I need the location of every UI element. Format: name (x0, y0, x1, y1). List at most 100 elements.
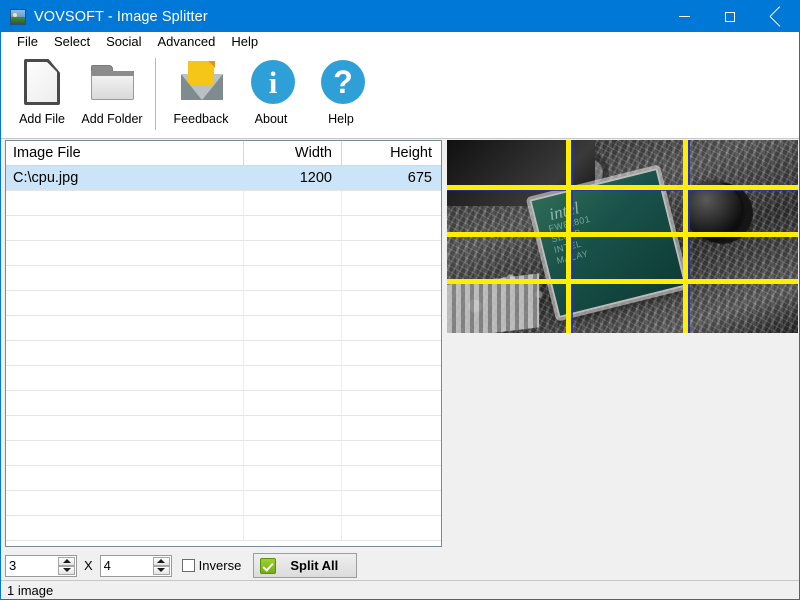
question-circle-icon: ? (315, 57, 367, 109)
rows-stepper-arrows (153, 557, 170, 575)
menu-item-social[interactable]: Social (98, 32, 149, 52)
cell-empty (244, 416, 342, 440)
table-row-empty[interactable] (6, 391, 441, 416)
menu-item-select[interactable]: Select (46, 32, 98, 52)
rows-input[interactable] (101, 556, 158, 576)
table-row-empty[interactable] (6, 266, 441, 291)
feedback-button[interactable]: Feedback (166, 52, 236, 126)
info-circle-icon: i (245, 57, 297, 109)
table-row-empty[interactable] (6, 416, 441, 441)
envelope-mail-icon (175, 57, 227, 109)
grid-line-horizontal-3 (447, 279, 798, 284)
chevron-up-icon (63, 559, 71, 563)
columns-decrement-button[interactable] (58, 566, 75, 575)
table-row-empty[interactable] (6, 191, 441, 216)
close-button[interactable] (753, 1, 799, 32)
columns-stepper-arrows (58, 557, 75, 575)
split-all-label: Split All (276, 558, 356, 573)
table-row-empty[interactable] (6, 291, 441, 316)
folder-icon (86, 57, 138, 109)
file-list[interactable]: Image File Width Height C:\cpu.jpg 1200 … (5, 140, 442, 547)
cell-empty (244, 291, 342, 315)
cell-empty (6, 391, 244, 415)
cell-empty (6, 191, 244, 215)
chevron-up-icon (157, 559, 165, 563)
cell-empty (342, 516, 441, 540)
cell-empty (6, 291, 244, 315)
table-row-empty[interactable] (6, 466, 441, 491)
maximize-button[interactable] (707, 1, 753, 32)
cell-empty (6, 216, 244, 240)
cell-empty (244, 241, 342, 265)
table-row-empty[interactable] (6, 341, 441, 366)
table-row-empty[interactable] (6, 316, 441, 341)
cell-empty (342, 241, 441, 265)
table-row-empty[interactable] (6, 516, 441, 541)
columns-increment-button[interactable] (58, 557, 75, 566)
question-glyph: ? (321, 60, 365, 104)
add-file-button[interactable]: Add File (7, 52, 77, 126)
window-title: VOVSOFT - Image Splitter (34, 9, 208, 25)
cell-empty (342, 416, 441, 440)
maximize-icon (725, 12, 735, 22)
rows-stepper[interactable] (100, 555, 172, 577)
table-row-empty[interactable] (6, 241, 441, 266)
column-header-width[interactable]: Width (244, 141, 342, 165)
cell-empty (342, 266, 441, 290)
cell-empty (244, 341, 342, 365)
add-folder-label: Add Folder (81, 112, 142, 126)
cell-width: 1200 (244, 166, 342, 190)
cell-empty (6, 416, 244, 440)
cell-empty (6, 491, 244, 515)
cell-empty (244, 441, 342, 465)
column-header-image-file[interactable]: Image File (6, 141, 244, 165)
cell-empty (244, 391, 342, 415)
cell-empty (6, 366, 244, 390)
cell-empty (342, 316, 441, 340)
menu-item-advanced[interactable]: Advanced (150, 32, 224, 52)
menu-item-help[interactable]: Help (223, 32, 266, 52)
document-page-icon (16, 57, 68, 109)
close-icon (770, 11, 782, 23)
columns-stepper[interactable] (5, 555, 77, 577)
add-file-label: Add File (19, 112, 65, 126)
bottom-toolbar: X Inverse Split All (1, 551, 799, 580)
cell-height: 675 (342, 166, 441, 190)
table-row[interactable]: C:\cpu.jpg 1200 675 (6, 166, 441, 191)
rows-increment-button[interactable] (153, 557, 170, 566)
rows-decrement-button[interactable] (153, 566, 170, 575)
cell-empty (244, 191, 342, 215)
table-row-empty[interactable] (6, 441, 441, 466)
checkbox-box-icon (182, 559, 195, 572)
table-row-empty[interactable] (6, 491, 441, 516)
cell-empty (342, 491, 441, 515)
add-folder-button[interactable]: Add Folder (77, 52, 147, 126)
split-grid-overlay (447, 140, 798, 333)
green-check-icon (260, 558, 276, 574)
cell-empty (342, 191, 441, 215)
cell-empty (342, 216, 441, 240)
preview-image[interactable]: intel FW82801SL8EBINTELMALAY (447, 140, 798, 333)
info-glyph: i (251, 60, 295, 104)
cell-empty (244, 366, 342, 390)
app-image-icon (10, 9, 26, 25)
minimize-button[interactable] (661, 1, 707, 32)
cell-image-file: C:\cpu.jpg (6, 166, 244, 190)
cell-empty (6, 441, 244, 465)
columns-input[interactable] (6, 556, 63, 576)
table-row-empty[interactable] (6, 216, 441, 241)
status-bar: 1 image (1, 580, 799, 600)
column-header-height[interactable]: Height (342, 141, 441, 165)
inverse-checkbox[interactable]: Inverse (182, 558, 242, 573)
cell-empty (244, 316, 342, 340)
grid-line-horizontal-1 (447, 185, 798, 190)
cell-empty (342, 366, 441, 390)
split-all-button[interactable]: Split All (253, 553, 357, 578)
about-button[interactable]: i About (236, 52, 306, 126)
cell-empty (6, 341, 244, 365)
cell-empty (342, 341, 441, 365)
cell-empty (244, 216, 342, 240)
menu-item-file[interactable]: File (9, 32, 46, 52)
table-row-empty[interactable] (6, 366, 441, 391)
help-button[interactable]: ? Help (306, 52, 376, 126)
